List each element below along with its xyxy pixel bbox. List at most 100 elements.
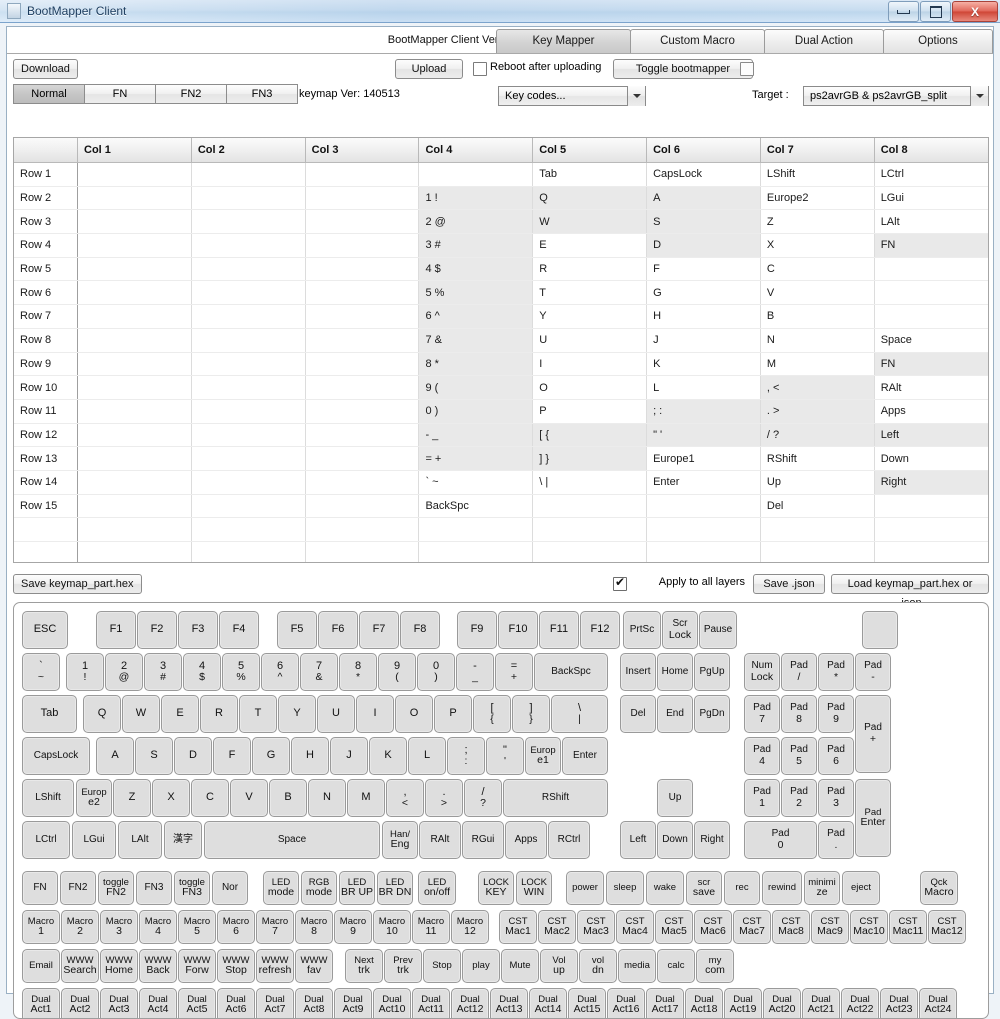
key-blank[interactable]: ;: [447, 737, 485, 775]
key-r[interactable]: R [200, 695, 238, 733]
save-keymap-hex-button[interactable]: Save keymap_part.hex [13, 574, 142, 594]
key-num-lock[interactable]: Num Lock [744, 653, 780, 691]
key-k[interactable]: K [369, 737, 407, 775]
grid-cell[interactable]: FN [874, 352, 988, 377]
grid-cell[interactable]: LShift [760, 162, 875, 187]
grid-cell[interactable]: H [646, 304, 761, 329]
grid-cell[interactable] [305, 375, 420, 400]
key-europ-e2[interactable]: Europ e2 [76, 779, 112, 817]
grid-cell[interactable]: Down [874, 446, 988, 471]
key-del[interactable]: Del [620, 695, 656, 733]
key-dual-act9[interactable]: Dual Act9 [334, 988, 372, 1018]
grid-cell[interactable] [418, 517, 534, 542]
keymap-grid[interactable]: Col 1 Col 2 Col 3 Col 4 Col 5 Col 6 Col 7 Col 8… [13, 137, 989, 563]
key-qck-macro[interactable]: Qck Macro [920, 871, 958, 905]
key-calc[interactable]: calc [657, 949, 695, 983]
key-f12[interactable]: F12 [580, 611, 620, 649]
key-ralt[interactable]: RAlt [419, 821, 461, 859]
key-vol-up[interactable]: Vol up [540, 949, 578, 983]
key-tab[interactable]: Tab [22, 695, 77, 733]
key-eject[interactable]: eject [842, 871, 880, 905]
grid-cell[interactable] [305, 328, 420, 353]
grid-cell[interactable] [77, 209, 192, 235]
minimize-button[interactable] [888, 1, 919, 22]
grid-cell[interactable] [305, 470, 420, 495]
grid-cell[interactable]: LGui [874, 186, 988, 211]
grid-cell[interactable] [77, 517, 192, 542]
grid-cell[interactable]: V [760, 280, 875, 306]
grid-cell[interactable]: 1 ! [418, 186, 534, 211]
grid-cell[interactable] [874, 304, 988, 329]
key-i[interactable]: I [356, 695, 394, 733]
grid-cell[interactable]: G [646, 280, 761, 306]
grid-cell[interactable] [305, 280, 420, 306]
key-scr-lock[interactable]: Scr Lock [662, 611, 698, 649]
key-wake[interactable]: wake [646, 871, 684, 905]
key-m[interactable]: M [347, 779, 385, 817]
grid-cell[interactable]: 6 ^ [418, 304, 534, 329]
grid-cell[interactable] [874, 494, 988, 519]
key-f6[interactable]: F6 [318, 611, 358, 649]
toggle-bootmapper-checkbox[interactable] [740, 62, 754, 76]
key-pad[interactable]: Pad. [818, 821, 854, 859]
grid-cell[interactable] [646, 494, 761, 519]
key-cst-mac5[interactable]: CST Mac5 [655, 910, 693, 944]
grid-cell[interactable]: Europe1 [646, 446, 761, 471]
key-cst-mac7[interactable]: CST Mac7 [733, 910, 771, 944]
grid-cell[interactable] [305, 304, 420, 329]
key-fn2[interactable]: FN2 [60, 871, 96, 905]
key-minimi-ze[interactable]: minimi ze [804, 871, 840, 905]
grid-cell[interactable] [77, 162, 192, 187]
key-pad-3[interactable]: Pad 3 [818, 779, 854, 817]
key-s[interactable]: S [135, 737, 173, 775]
grid-cell[interactable] [760, 541, 875, 562]
key-rctrl[interactable]: RCtrl [548, 821, 590, 859]
key-toggle-fn3[interactable]: toggle FN3 [174, 871, 210, 905]
grid-cell[interactable]: N [760, 328, 875, 353]
key-blank[interactable]: [{ [473, 695, 511, 733]
grid-cell[interactable]: W [532, 209, 648, 235]
key-cst-mac1[interactable]: CST Mac1 [499, 910, 537, 944]
grid-cell[interactable]: U [532, 328, 648, 353]
grid-cell[interactable] [191, 162, 306, 187]
grid-cell[interactable] [874, 517, 988, 542]
grid-cell[interactable] [191, 233, 306, 258]
apply-to-all-layers-checkbox[interactable]: ✔ [613, 576, 627, 591]
key-f[interactable]: F [213, 737, 251, 775]
grid-cell[interactable] [532, 541, 648, 562]
grid-cell[interactable]: R [532, 257, 648, 282]
key-insert[interactable]: Insert [620, 653, 656, 691]
grid-cell[interactable]: / ? [760, 423, 875, 448]
tab-custom-macro[interactable]: Custom Macro [630, 29, 765, 53]
grid-cell[interactable] [305, 494, 420, 519]
key-cst-mac4[interactable]: CST Mac4 [616, 910, 654, 944]
grid-cell[interactable] [77, 233, 192, 258]
key-dual-act2[interactable]: Dual Act2 [61, 988, 99, 1018]
grid-cell[interactable] [874, 257, 988, 282]
grid-cell[interactable]: BackSpc [418, 494, 534, 519]
key-macro-8[interactable]: Macro 8 [295, 910, 333, 944]
grid-cell[interactable]: Enter [646, 470, 761, 495]
key-f1[interactable]: F1 [96, 611, 136, 649]
key-9[interactable]: 9( [378, 653, 416, 691]
key-pad-0[interactable]: Pad 0 [744, 821, 817, 859]
key-blank[interactable]: - _ [456, 653, 494, 691]
key-cst-mac12[interactable]: CST Mac12 [928, 910, 966, 944]
key-dual-act20[interactable]: Dual Act20 [763, 988, 801, 1018]
key-y[interactable]: Y [278, 695, 316, 733]
grid-cell[interactable] [191, 517, 306, 542]
tab-options[interactable]: Options [883, 29, 993, 53]
grid-cell[interactable] [760, 517, 875, 542]
key-macro-4[interactable]: Macro 4 [139, 910, 177, 944]
grid-cell[interactable] [191, 494, 306, 519]
key-dual-act5[interactable]: Dual Act5 [178, 988, 216, 1018]
grid-cell[interactable]: I [532, 352, 648, 377]
key-rewind[interactable]: rewind [762, 871, 802, 905]
grid-cell[interactable]: Tab [532, 162, 648, 187]
key-cst-mac6[interactable]: CST Mac6 [694, 910, 732, 944]
grid-cell[interactable] [77, 375, 192, 400]
grid-cell[interactable] [305, 446, 420, 471]
window-titlebar[interactable]: BootMapper Client X [0, 0, 1000, 23]
grid-cell[interactable] [305, 399, 420, 424]
key-f10[interactable]: F10 [498, 611, 538, 649]
